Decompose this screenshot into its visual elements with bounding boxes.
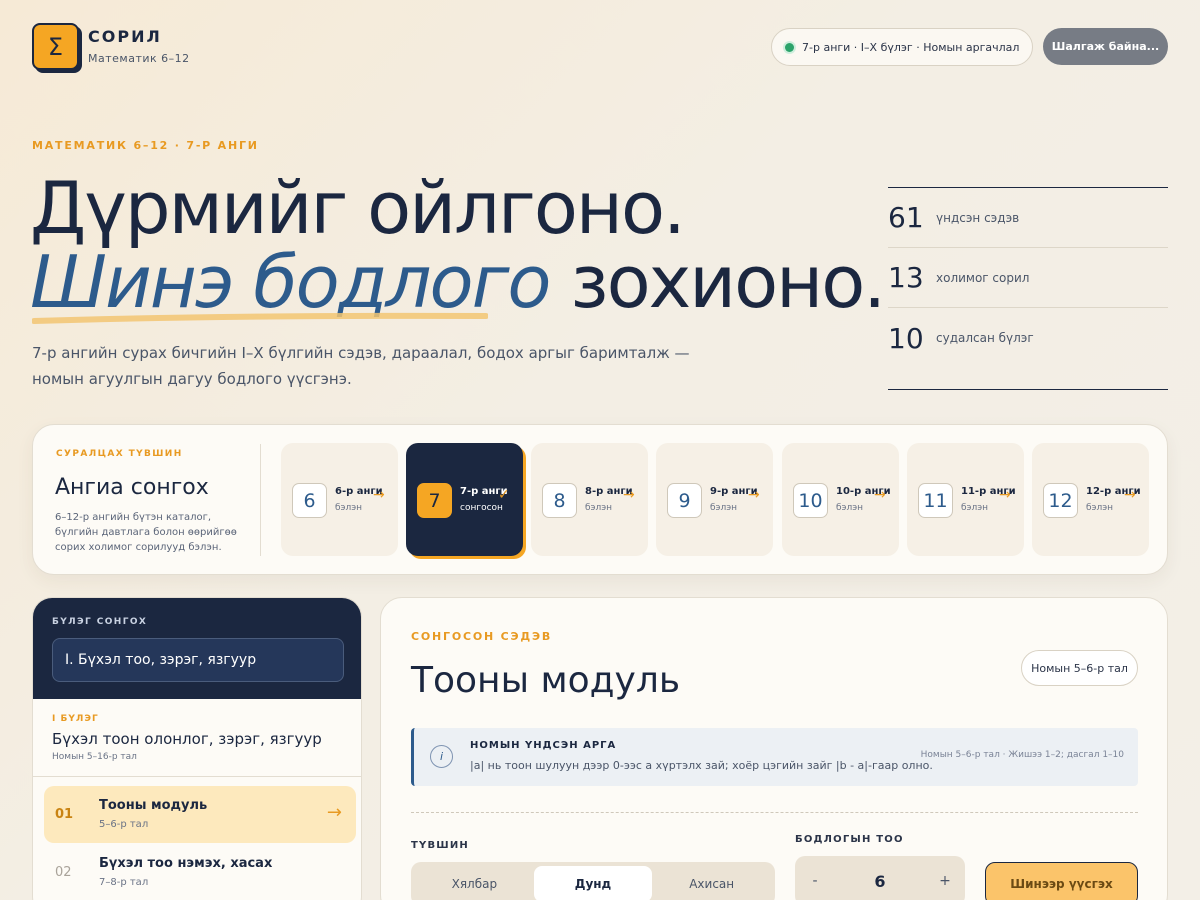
level-medium[interactable]: Дунд: [533, 866, 653, 900]
info-icon: i: [430, 745, 453, 768]
context-text: 7-р анги · I–X бүлэг · Номын аргачлал: [802, 40, 1020, 54]
stat-topics: 61 үндсэн сэдэв: [888, 188, 1168, 248]
grade-card-6[interactable]: 6 6-р анги бэлэн →: [281, 443, 398, 556]
chapter-label: I БҮЛЭГ: [52, 714, 99, 724]
arrow-right-icon: →: [1124, 487, 1136, 503]
topic-panel: СОНГОСОН СЭДЭВ Тооны модуль Номын 5–6-р …: [380, 597, 1168, 900]
count-value[interactable]: 6: [835, 872, 925, 891]
hero-eyebrow: МАТЕМАТИК 6–12 · 7-Р АНГИ: [32, 139, 259, 152]
status-dot-icon: [785, 42, 794, 52]
arrow-right-icon: →: [326, 802, 342, 823]
grade-card-8[interactable]: 8 8-р анги бэлэн →: [531, 443, 648, 556]
stat-tests: 13 холимог сорил: [888, 248, 1168, 308]
topic-item-01[interactable]: 01 Тооны модуль 5–6-р тал →: [44, 786, 356, 843]
increment-button[interactable]: +: [925, 873, 965, 889]
grade-card-7[interactable]: 7 7-р анги сонгосон ✓: [406, 443, 523, 556]
count-stepper: - 6 +: [795, 856, 965, 900]
grade-card-9[interactable]: 9 9-р анги бэлэн →: [656, 443, 773, 556]
check-icon: ✓: [498, 487, 510, 503]
context-pill[interactable]: 7-р анги · I–X бүлэг · Номын аргачлал: [771, 28, 1033, 66]
grade-card-11[interactable]: 11 11-р анги бэлэн →: [907, 443, 1024, 556]
hero-title-rest: зохионо.: [549, 240, 886, 324]
grade-picker-title: Ангиа сонгох: [55, 475, 209, 500]
hero-underline: [32, 312, 488, 324]
stats-panel: 61 үндсэн сэдэв 13 холимог сорил 10 судалса…: [888, 187, 1168, 390]
method-title: НОМЫН ҮНДСЭН АРГА: [470, 740, 617, 751]
chapter-sidebar-header: БҮЛЭГ СОНГОХ I. Бүхэл тоо, зэрэг, язгуур: [33, 598, 361, 699]
arrow-right-icon: →: [874, 487, 886, 503]
level-advanced[interactable]: Ахисан: [652, 866, 771, 900]
divider: [411, 812, 1138, 813]
chapter-select-label: БҮЛЭГ СОНГОХ: [52, 617, 148, 627]
grade-picker: СУРАЛЦАХ ТҮВШИН Ангиа сонгох 6–12-р анги…: [32, 424, 1168, 575]
status-button[interactable]: Шалгаж байна...: [1043, 28, 1168, 65]
topic-title: Тооны модуль: [411, 660, 681, 701]
level-label: ТҮВШИН: [411, 840, 469, 851]
divider: [260, 444, 261, 556]
grade-card-12[interactable]: 12 12-р анги бэлэн →: [1032, 443, 1149, 556]
decrement-button[interactable]: -: [795, 873, 835, 889]
method-text: |a| нь тоон шулуун дээр 0-ээс a хүртэлх …: [470, 759, 933, 772]
chapter-pages: Номын 5–16-р тал: [52, 752, 137, 762]
arrow-right-icon: →: [999, 487, 1011, 503]
method-reference: Номын 5–6-р тал · Жишээ 1–2; дасгал 1–10: [920, 750, 1124, 760]
hero-title-line2: Шинэ бодлого зохионо.: [30, 240, 886, 324]
method-callout: i НОМЫН ҮНДСЭН АРГА |a| нь тоон шулуун д…: [411, 728, 1138, 786]
hero-lead: 7-р ангийн сурах бичгийн I–X бүлгийн сэд…: [32, 344, 690, 388]
arrow-right-icon: →: [373, 487, 385, 503]
chapter-sidebar: БҮЛЭГ СОНГОХ I. Бүхэл тоо, зэрэг, язгуур…: [32, 597, 362, 900]
brand-name: СОРИЛ: [88, 27, 162, 46]
arrow-right-icon: →: [748, 487, 760, 503]
pages-badge: Номын 5–6-р тал: [1021, 650, 1138, 686]
chapter-select[interactable]: I. Бүхэл тоо, зэрэг, язгуур: [52, 638, 344, 682]
divider: [33, 776, 361, 777]
topic-item-02[interactable]: 02 Бүхэл тоо нэмэх, хасах 7–8-р тал: [44, 844, 356, 900]
logo-sigma-icon[interactable]: Σ: [32, 23, 79, 70]
level-segmented: Хялбар Дунд Ахисан: [411, 862, 775, 900]
grade-card-10[interactable]: 10 10-р анги бэлэн →: [782, 443, 899, 556]
generate-button[interactable]: Шинээр үүсгэх: [985, 862, 1138, 900]
stat-chapters: 10 судалсан бүлэг: [888, 321, 1034, 355]
chapter-title: Бүхэл тоон олонлог, зэрэг, язгуур: [52, 730, 322, 748]
grade-picker-eyebrow: СУРАЛЦАХ ТҮВШИН: [56, 449, 183, 459]
topic-eyebrow: СОНГОСОН СЭДЭВ: [411, 630, 553, 643]
arrow-right-icon: →: [623, 487, 635, 503]
hero-title-line1: Дүрмийг ойлгоно.: [30, 166, 686, 250]
count-label: БОДЛОГЫН ТОО: [795, 834, 904, 845]
brand-subtitle: Математик 6–12: [88, 52, 190, 65]
level-easy[interactable]: Хялбар: [415, 866, 534, 900]
grade-picker-description: 6–12-р ангийн бүтэн каталог, бүлгийн дав…: [55, 512, 237, 553]
